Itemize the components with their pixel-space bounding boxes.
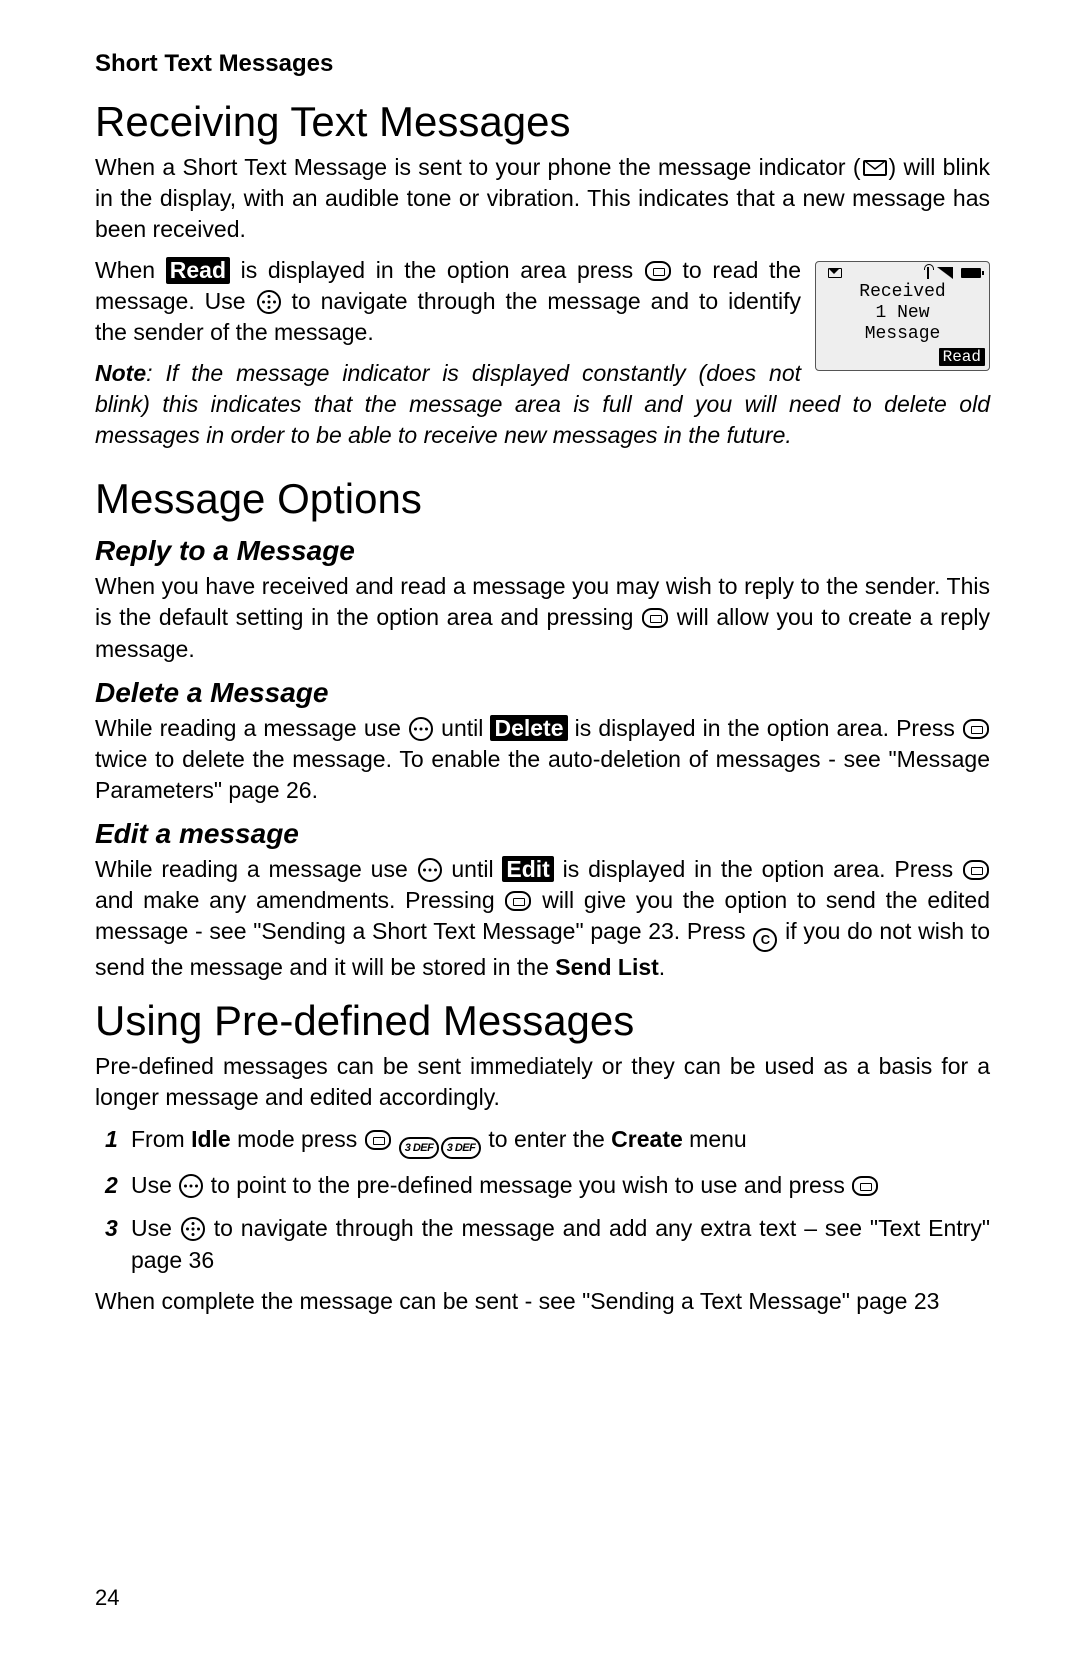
receiving-note: Note: If the message indicator is displa…	[95, 358, 990, 451]
list-item: 2 Use to point to the pre-defined messag…	[95, 1169, 990, 1201]
status-battery-icon	[961, 268, 981, 278]
phone-line-3: Message	[816, 324, 989, 345]
list-item: 3 Use to navigate through the message an…	[95, 1212, 990, 1276]
softkey-icon	[963, 719, 989, 739]
key-3-icon: 3 DEF	[441, 1137, 481, 1159]
delete-chip: Delete	[490, 715, 567, 741]
receiving-para-1: When a Short Text Message is sent to you…	[95, 152, 990, 245]
nav-icon	[409, 717, 433, 741]
read-chip: Read	[166, 257, 230, 283]
status-signal-icon	[937, 267, 953, 279]
list-item: 1 From Idle mode press 3 DEF3 DEF to ent…	[95, 1123, 990, 1160]
c-key-icon: C	[753, 928, 777, 952]
nav-icon	[179, 1174, 203, 1198]
predefined-intro: Pre-defined messages can be sent immedia…	[95, 1051, 990, 1113]
nav-icon	[181, 1217, 205, 1241]
delete-para: While reading a message use until Delete…	[95, 713, 990, 806]
heading-edit: Edit a message	[95, 818, 990, 850]
edit-para: While reading a message use until Edit i…	[95, 854, 990, 983]
envelope-icon	[863, 160, 887, 176]
softkey-icon	[642, 608, 668, 628]
heading-reply: Reply to a Message	[95, 535, 990, 567]
predefined-closing: When complete the message can be sent - …	[95, 1286, 990, 1317]
key-3-icon: 3 DEF	[399, 1137, 439, 1159]
page-header: Short Text Messages	[95, 50, 990, 78]
softkey-icon	[505, 891, 531, 911]
softkey-icon	[365, 1130, 391, 1150]
softkey-icon	[963, 860, 989, 880]
phone-line-1: Received	[816, 282, 989, 303]
page-number: 24	[95, 1585, 119, 1611]
predefined-steps: 1 From Idle mode press 3 DEF3 DEF to ent…	[95, 1123, 990, 1276]
heading-delete: Delete a Message	[95, 677, 990, 709]
phone-line-2: 1 New	[816, 303, 989, 324]
phone-status-bar	[816, 266, 989, 282]
status-envelope-icon	[828, 268, 842, 278]
nav-icon	[418, 858, 442, 882]
softkey-icon	[852, 1176, 878, 1196]
edit-chip: Edit	[502, 856, 553, 882]
softkey-icon	[645, 261, 671, 281]
reply-para: When you have received and read a messag…	[95, 571, 990, 664]
phone-softkey-label: Read	[939, 348, 985, 366]
phone-screen-illustration: Received 1 New Message Read	[815, 261, 990, 371]
heading-predefined: Using Pre-defined Messages	[95, 997, 990, 1045]
heading-receiving: Receiving Text Messages	[95, 98, 990, 146]
nav-icon	[257, 290, 281, 314]
heading-message-options: Message Options	[95, 475, 990, 523]
status-antenna-icon	[927, 267, 929, 279]
